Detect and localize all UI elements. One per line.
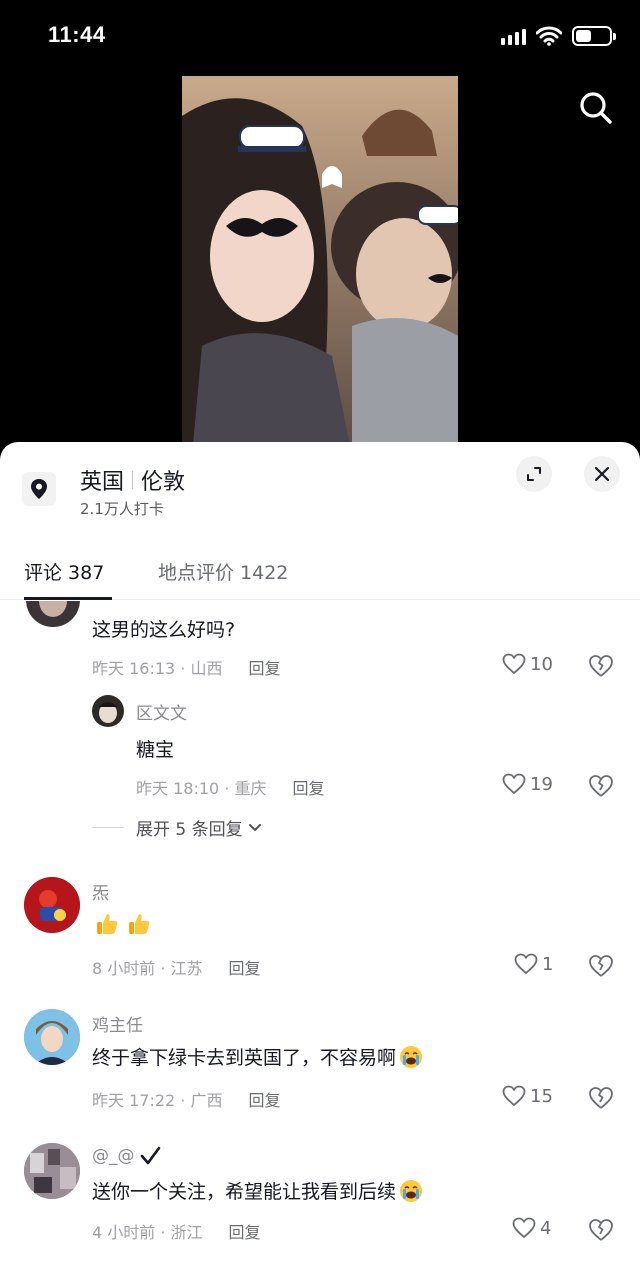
check-mark-icon [140, 1146, 160, 1165]
heart-icon [502, 653, 526, 675]
close-icon [594, 466, 610, 482]
broken-heart-icon [589, 1219, 613, 1241]
reply-button[interactable]: 回复 [292, 775, 324, 799]
reply-button[interactable]: 回复 [229, 955, 261, 979]
expand-button[interactable] [516, 456, 552, 492]
reply-avatar[interactable] [92, 695, 124, 727]
reply-username[interactable]: 区文文 [136, 699, 187, 724]
location-sheet: 英国 伦敦 2.1万人打卡 评论 387 地点评价 1422 这男的这么好吗? … [0, 442, 640, 1280]
location-separator [132, 471, 134, 489]
reply-button[interactable]: 回复 [248, 655, 280, 679]
commenter-username[interactable]: @_@ [92, 1145, 161, 1167]
video-thumbnail [182, 76, 458, 456]
crying-face-emoji-icon [400, 1045, 423, 1068]
comment-text [92, 911, 152, 937]
commenter-avatar[interactable] [24, 1009, 80, 1065]
heart-icon [514, 953, 538, 975]
like-button[interactable]: 15 [502, 1085, 553, 1107]
commenter-username[interactable]: 鸡主任 [92, 1011, 143, 1036]
crying-face-emoji-icon [400, 1179, 423, 1202]
like-button[interactable]: 4 [512, 1217, 551, 1239]
like-count: 19 [530, 773, 553, 795]
like-count: 4 [540, 1217, 552, 1239]
signal-icon [501, 27, 526, 45]
comment-time: 昨天 17:22 · 广西 [92, 1091, 223, 1110]
location-city: 伦敦 [141, 470, 186, 495]
close-button[interactable] [584, 456, 620, 492]
thumbs-up-emoji-icon [97, 914, 118, 934]
comment-meta: 昨天 16:13 · 山西 回复 [92, 655, 280, 679]
broken-heart-icon [589, 655, 613, 677]
reply-button[interactable]: 回复 [229, 1219, 261, 1243]
broken-heart-icon [589, 955, 613, 977]
commenter-avatar[interactable] [24, 1143, 80, 1199]
expand-replies-button[interactable]: 展开 5 条回复 [92, 815, 263, 840]
commenter-avatar[interactable] [24, 877, 80, 933]
checkin-count: 2.1万人打卡 [80, 500, 164, 518]
status-bar: 11:44 [0, 0, 640, 76]
tab-comments[interactable]: 评论 387 [24, 558, 104, 585]
heart-icon [502, 773, 526, 795]
tab-bar: 评论 387 地点评价 1422 [0, 552, 640, 600]
dislike-button[interactable] [588, 1086, 614, 1110]
like-count: 1 [542, 953, 554, 975]
comment-time: 8 小时前 · 江苏 [92, 959, 203, 978]
expand-replies-label: 展开 5 条回复 [136, 820, 243, 840]
status-icons [501, 26, 616, 46]
wifi-icon [536, 26, 562, 46]
status-time: 11:44 [48, 22, 106, 47]
comment-list[interactable]: 这男的这么好吗? 昨天 16:13 · 山西 回复 10 区文文 糖宝 昨天 1… [0, 601, 640, 1280]
search-button[interactable] [576, 88, 616, 128]
chevron-down-icon [248, 823, 261, 831]
video-frame[interactable] [182, 76, 458, 456]
expand-divider [92, 827, 124, 828]
commenter-username[interactable]: 炁 [92, 879, 109, 904]
search-icon [580, 92, 612, 124]
reply-button[interactable]: 回复 [248, 1087, 280, 1111]
comment-time: 昨天 16:13 · 山西 [92, 659, 223, 678]
comment-text: 终于拿下绿卡去到英国了，不容易啊 [92, 1043, 424, 1070]
heart-icon [502, 1085, 526, 1107]
like-count: 15 [530, 1085, 553, 1107]
battery-icon [572, 26, 616, 46]
dislike-button[interactable] [588, 654, 614, 678]
comment-time: 4 小时前 · 浙江 [92, 1223, 203, 1242]
location-badge [22, 472, 56, 506]
like-button[interactable]: 10 [502, 653, 553, 675]
like-button[interactable]: 19 [502, 773, 553, 795]
dislike-button[interactable] [588, 1218, 614, 1242]
location-country: 英国 [80, 470, 125, 495]
commenter-avatar[interactable] [26, 601, 80, 627]
heart-icon [512, 1217, 536, 1239]
reply-text: 糖宝 [136, 739, 175, 761]
location-pin-icon [31, 479, 47, 499]
comment-meta: 昨天 17:22 · 广西 回复 [92, 1087, 280, 1111]
comment-text: 这男的这么好吗? [92, 619, 236, 641]
dislike-button[interactable] [588, 954, 614, 978]
tab-active-indicator [24, 597, 112, 600]
location-title[interactable]: 英国 伦敦 [80, 464, 185, 496]
thumbs-up-emoji-icon [129, 914, 150, 934]
tab-place-reviews[interactable]: 地点评价 1422 [158, 558, 288, 585]
broken-heart-icon [589, 775, 613, 797]
reply-meta: 昨天 18:10 · 重庆 回复 [136, 775, 324, 799]
comment-text: 送你一个关注，希望能让我看到后续 [92, 1177, 424, 1204]
broken-heart-icon [589, 1087, 613, 1109]
expand-icon [527, 467, 541, 481]
dislike-button[interactable] [588, 774, 614, 798]
comment-meta: 8 小时前 · 江苏 回复 [92, 955, 261, 979]
comment-meta: 4 小时前 · 浙江 回复 [92, 1219, 261, 1243]
reply-time: 昨天 18:10 · 重庆 [136, 779, 267, 798]
video-player[interactable] [0, 76, 640, 456]
like-count: 10 [530, 653, 553, 675]
like-button[interactable]: 1 [514, 953, 553, 975]
